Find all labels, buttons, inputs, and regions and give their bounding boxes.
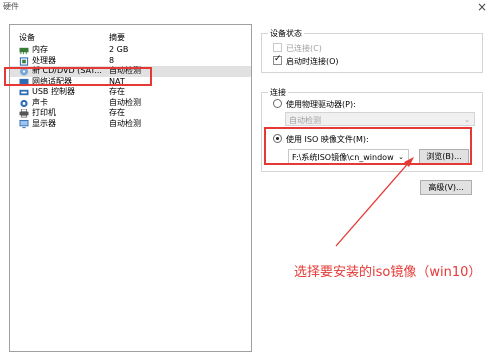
annotation-text: 选择要安装的iso镜像（win10） bbox=[294, 265, 482, 280]
annotation-arrow bbox=[335, 157, 414, 247]
